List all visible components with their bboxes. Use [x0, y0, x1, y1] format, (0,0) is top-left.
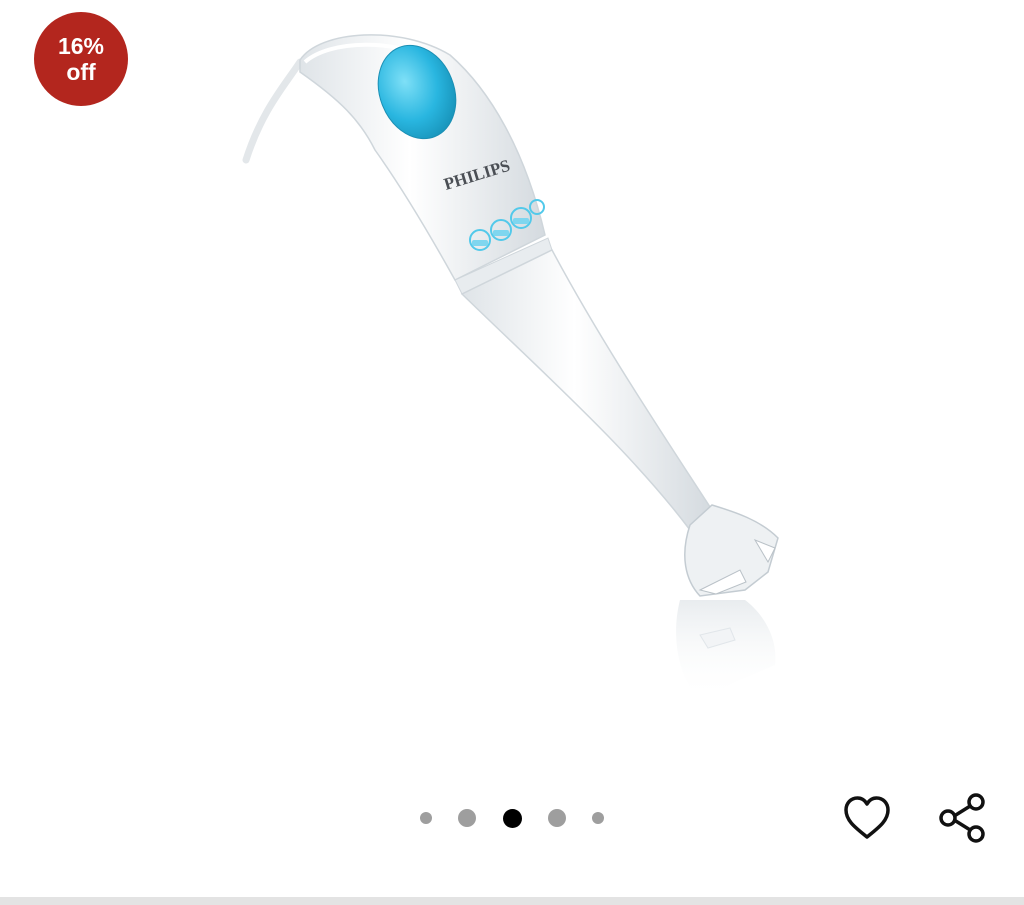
share-button[interactable]: [932, 788, 992, 848]
heart-icon: [844, 796, 890, 839]
carousel-dot-1[interactable]: [420, 812, 432, 824]
discount-off-label: off: [66, 59, 96, 85]
carousel-dot-2[interactable]: [458, 809, 477, 827]
share-icon: [939, 793, 985, 843]
cord: [242, 58, 304, 164]
carousel-dot-3-active[interactable]: [502, 808, 522, 828]
blender-shaft: [460, 249, 713, 532]
discount-percent: 16%: [57, 33, 105, 59]
discount-badge: 16% off: [34, 12, 128, 106]
carousel-dot-4[interactable]: [547, 809, 566, 827]
product-image[interactable]: PHILIPS: [0, 0, 1024, 780]
product-image-gallery[interactable]: PHILIPS 16% off: [0, 0, 1024, 780]
carousel-dot-5[interactable]: [592, 812, 604, 824]
wishlist-button[interactable]: [837, 788, 897, 848]
carousel-pagination: [420, 806, 604, 830]
reflection: [676, 600, 776, 700]
bottom-divider: [0, 897, 1024, 905]
